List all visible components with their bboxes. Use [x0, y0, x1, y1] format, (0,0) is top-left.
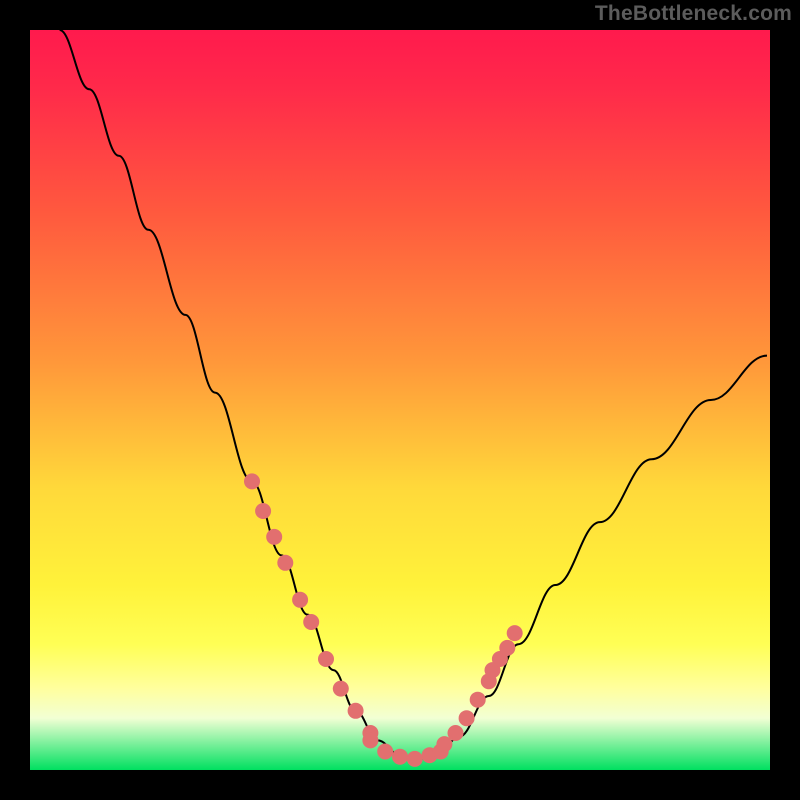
data-point	[507, 625, 523, 641]
data-point	[377, 744, 393, 760]
data-point	[255, 503, 271, 519]
data-point	[407, 751, 423, 767]
watermark-label: TheBottleneck.com	[595, 2, 792, 26]
outer-frame: TheBottleneck.com	[0, 0, 800, 800]
data-point	[318, 651, 334, 667]
chart-svg	[30, 30, 770, 770]
plot-area	[30, 30, 770, 770]
data-point	[348, 703, 364, 719]
data-point	[266, 529, 282, 545]
data-point	[470, 692, 486, 708]
data-point	[392, 749, 408, 765]
data-point	[244, 473, 260, 489]
data-point	[459, 710, 475, 726]
bottleneck-curve	[60, 30, 767, 759]
data-point	[499, 640, 515, 656]
data-point	[362, 732, 378, 748]
data-point	[277, 555, 293, 571]
data-point	[292, 592, 308, 608]
data-point	[333, 681, 349, 697]
data-point	[303, 614, 319, 630]
scatter-dots	[244, 473, 523, 767]
data-point	[448, 725, 464, 741]
